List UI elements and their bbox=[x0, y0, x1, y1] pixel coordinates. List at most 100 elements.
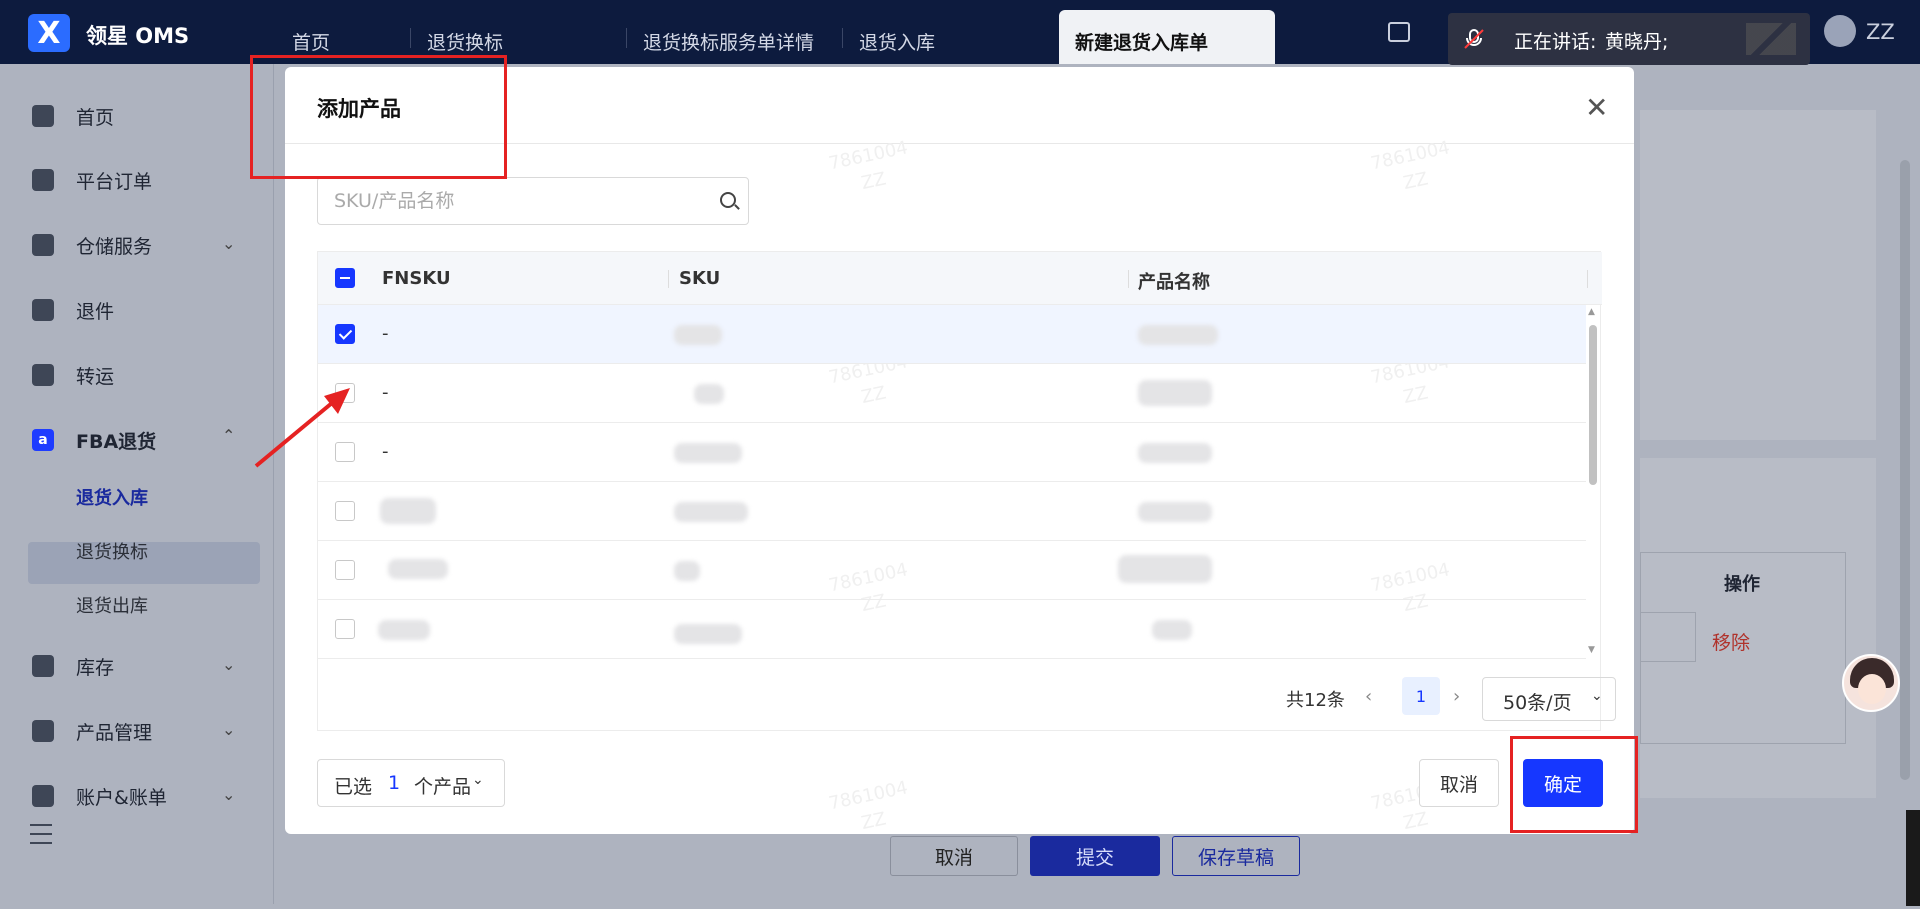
sidebar-item-fba-returns[interactable]: a FBA退货 bbox=[32, 424, 156, 456]
page-size-value: 50条/页 bbox=[1503, 692, 1572, 714]
add-product-dialog: 添加产品 ✕ 7861004 ZZ 7861004 ZZ 7861004 ZZ 786… bbox=[285, 67, 1634, 834]
sidebar-item-label: 产品管理 bbox=[76, 721, 153, 744]
close-icon[interactable]: ✕ bbox=[1585, 91, 1608, 124]
select-all-checkbox[interactable] bbox=[335, 268, 355, 288]
column-header-fnsku: FNSKU bbox=[382, 268, 451, 289]
row-checkbox[interactable] bbox=[335, 619, 355, 639]
chevron-right-icon[interactable]: › bbox=[1453, 686, 1460, 707]
chevron-down-icon[interactable]: ⌄ bbox=[222, 234, 235, 253]
sidebar-sub-return-relabel[interactable]: 退货换标 bbox=[76, 538, 148, 564]
speaking-name: 黄晓丹; bbox=[1605, 31, 1669, 53]
chevron-down-icon: ⌄ bbox=[472, 772, 484, 788]
tab-new-return-inbound[interactable]: 新建退货入库单 bbox=[1059, 10, 1275, 64]
fnsku-cell: - bbox=[382, 382, 389, 403]
pagination-total: 共12条 bbox=[1286, 690, 1345, 711]
background-input[interactable] bbox=[1640, 612, 1696, 662]
search-icon[interactable] bbox=[720, 192, 736, 208]
dialog-header: 添加产品 ✕ bbox=[285, 67, 1634, 144]
table-row[interactable]: - bbox=[318, 364, 1586, 423]
remove-link[interactable]: 移除 bbox=[1712, 628, 1750, 655]
page-cancel-button[interactable]: 取消 bbox=[890, 836, 1018, 876]
avatar[interactable] bbox=[1824, 15, 1856, 47]
background-card bbox=[1640, 110, 1876, 440]
sidebar-item-label: 库存 bbox=[76, 656, 115, 679]
column-divider bbox=[668, 270, 669, 288]
volume-meter bbox=[1906, 810, 1920, 906]
redacted-product-name bbox=[1138, 380, 1212, 406]
sidebar-item-home[interactable]: 首页 bbox=[32, 100, 114, 132]
row-checkbox[interactable] bbox=[335, 324, 355, 344]
chevron-up-icon[interactable]: ⌃ bbox=[222, 426, 235, 445]
table-row[interactable] bbox=[318, 600, 1586, 659]
tab-home[interactable]: 首页 bbox=[292, 28, 330, 55]
table-row[interactable]: - bbox=[318, 423, 1586, 482]
scroll-up-icon[interactable]: ▲ bbox=[1588, 307, 1595, 317]
logo-icon[interactable]: X bbox=[28, 14, 70, 52]
billing-icon bbox=[32, 785, 54, 807]
table-row[interactable] bbox=[318, 482, 1586, 541]
redacted-product-name bbox=[1118, 555, 1212, 583]
page-size-select[interactable]: 50条/页 ⌄ bbox=[1482, 677, 1616, 721]
selected-prefix: 已选 bbox=[334, 776, 373, 798]
table-header: FNSKU SKU 产品名称 bbox=[318, 252, 1602, 305]
watermark: 7861004 ZZ bbox=[826, 777, 910, 835]
sidebar-item-product-management[interactable]: 产品管理 bbox=[32, 715, 152, 747]
home-icon bbox=[32, 105, 54, 127]
selected-count-dropdown[interactable]: 已选 1 个产品 ⌄ bbox=[317, 759, 505, 807]
sidebar-sub-return-inbound[interactable]: 退货入库 bbox=[76, 484, 148, 510]
assistant-avatar-icon[interactable] bbox=[1842, 654, 1900, 712]
chevron-down-icon: ⌄ bbox=[1591, 688, 1603, 704]
row-checkbox[interactable] bbox=[335, 560, 355, 580]
transfer-icon bbox=[32, 364, 54, 386]
tab-return-relabel[interactable]: 退货换标 bbox=[427, 28, 503, 55]
tab-relabel-order-detail[interactable]: 退货换标服务单详情 bbox=[643, 28, 814, 55]
sidebar-sub-return-outbound[interactable]: 退货出库 bbox=[76, 592, 148, 618]
sidebar-item-label: 转运 bbox=[76, 365, 115, 388]
background-table-header: 操作 bbox=[1724, 574, 1760, 595]
row-checkbox[interactable] bbox=[335, 383, 355, 403]
speaking-indicator: 正在讲话: 黄晓丹; bbox=[1448, 13, 1810, 65]
cancel-button[interactable]: 取消 bbox=[1419, 759, 1499, 807]
column-header-product-name: 产品名称 bbox=[1138, 272, 1210, 293]
redacted-product-name bbox=[1152, 620, 1192, 640]
sidebar-item-label: 仓储服务 bbox=[76, 235, 153, 258]
tab-divider bbox=[626, 28, 627, 48]
row-checkbox[interactable] bbox=[335, 442, 355, 462]
scroll-down-icon[interactable]: ▼ bbox=[1588, 645, 1595, 655]
inbox-icon[interactable] bbox=[1388, 22, 1410, 42]
chevron-down-icon[interactable]: ⌄ bbox=[222, 655, 235, 674]
page-scrollbar[interactable] bbox=[1900, 160, 1910, 780]
redacted-product-name bbox=[1138, 325, 1218, 345]
redacted-product-name bbox=[1138, 502, 1212, 522]
top-bar: X 领星 OMS 首页 退货换标 退货换标服务单详情 退货入库 新建退货入库单 … bbox=[0, 0, 1920, 65]
chevron-left-icon[interactable]: ‹ bbox=[1365, 686, 1372, 707]
redacted-fnsku bbox=[380, 498, 436, 524]
dialog-title: 添加产品 bbox=[317, 97, 401, 121]
inventory-icon bbox=[32, 655, 54, 677]
table-row[interactable] bbox=[318, 541, 1586, 600]
sidebar-item-transfer[interactable]: 转运 bbox=[32, 359, 114, 391]
package-icon bbox=[32, 299, 54, 321]
bag-icon bbox=[32, 720, 54, 742]
sidebar-item-label: 账户&账单 bbox=[76, 786, 167, 809]
table-scrollbar[interactable]: ▲ ▼ bbox=[1586, 305, 1600, 665]
chevron-down-icon[interactable]: ⌄ bbox=[222, 785, 235, 804]
tab-return-inbound[interactable]: 退货入库 bbox=[859, 28, 935, 55]
sidebar-item-inventory[interactable]: 库存 bbox=[32, 650, 114, 682]
confirm-button[interactable]: 确定 bbox=[1523, 759, 1603, 807]
pagination-page[interactable]: 1 bbox=[1402, 677, 1440, 715]
user-name[interactable]: ZZ bbox=[1866, 20, 1895, 44]
search-input[interactable] bbox=[334, 188, 704, 214]
page-save-draft-button[interactable]: 保存草稿 bbox=[1172, 836, 1300, 876]
row-checkbox[interactable] bbox=[335, 501, 355, 521]
table-row[interactable]: - bbox=[318, 305, 1586, 364]
warehouse-icon bbox=[32, 234, 54, 256]
sidebar-item-account-billing[interactable]: 账户&账单 bbox=[32, 780, 167, 812]
scrollbar-thumb[interactable] bbox=[1589, 325, 1597, 485]
page-submit-button[interactable]: 提交 bbox=[1030, 836, 1160, 876]
menu-collapse-icon[interactable] bbox=[30, 824, 52, 844]
sidebar-item-warehouse-service[interactable]: 仓储服务 bbox=[32, 229, 152, 261]
sidebar-item-returns[interactable]: 退件 bbox=[32, 294, 114, 326]
sidebar-item-platform-orders[interactable]: 平台订单 bbox=[32, 164, 152, 196]
chevron-down-icon[interactable]: ⌄ bbox=[222, 720, 235, 739]
